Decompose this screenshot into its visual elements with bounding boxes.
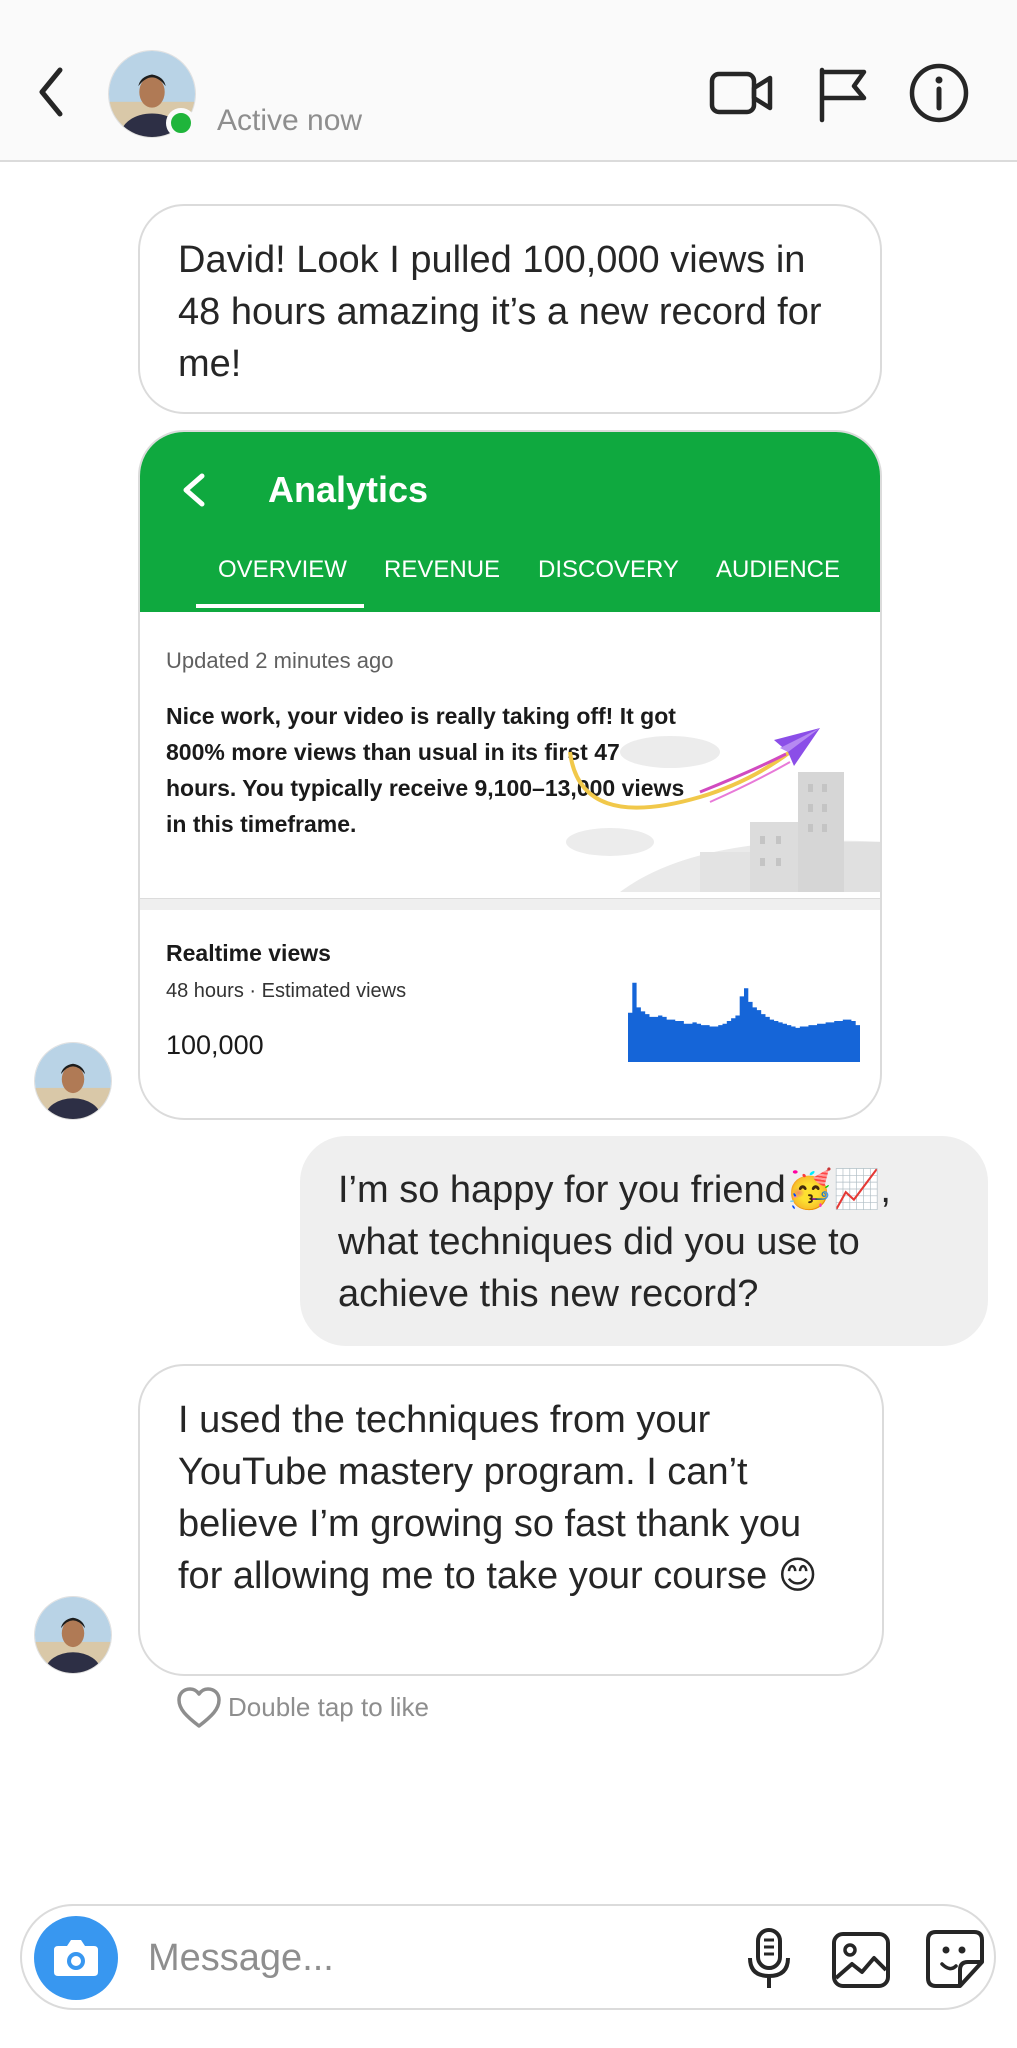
sender-avatar[interactable] (34, 1596, 112, 1674)
analytics-header: Analytics OVERVIEW REVENUE DISCOVERY AUD… (140, 432, 880, 612)
microphone-icon[interactable] (738, 1926, 800, 1992)
card-divider (140, 898, 880, 910)
info-icon[interactable] (906, 62, 972, 124)
back-chevron-icon[interactable] (30, 62, 80, 122)
tab-revenue: REVENUE (384, 556, 501, 583)
tab-discovery: DISCOVERY (538, 556, 679, 583)
paper-plane-illustration (550, 712, 880, 892)
outgoing-message[interactable]: I’m so happy for you friend🥳📈, what tech… (300, 1136, 988, 1346)
realtime-value: 100,000 (166, 1030, 264, 1060)
chat-header: Active now (0, 0, 1017, 162)
active-status: Active now (217, 104, 363, 137)
tab-audience: AUDIENCE (716, 556, 841, 583)
updated-time: Updated 2 minutes ago (166, 648, 394, 673)
incoming-message[interactable]: David! Look I pulled 100,000 views in 48… (138, 204, 882, 414)
gallery-icon[interactable] (830, 1926, 892, 1992)
shared-analytics-screenshot[interactable]: Analytics OVERVIEW REVENUE DISCOVERY AUD… (138, 430, 882, 1120)
realtime-title: Realtime views (166, 940, 331, 966)
active-tab-indicator (196, 604, 364, 608)
message-text-line: what techniques did you use to (338, 1221, 860, 1263)
sender-avatar[interactable] (34, 1042, 112, 1120)
camera-icon[interactable] (34, 1916, 118, 2000)
incoming-message[interactable]: I used the techniques from your YouTube … (138, 1364, 884, 1676)
message-text-line: I’m so happy for you friend🥳📈, (338, 1169, 891, 1211)
card-back-icon (176, 460, 216, 520)
tab-overview: OVERVIEW (218, 556, 347, 583)
message-text-line: achieve this new record? (338, 1273, 759, 1315)
like-hint[interactable]: Double tap to like (176, 1686, 429, 1730)
message-text: I used the techniques from your YouTube … (178, 1399, 818, 1597)
flag-icon[interactable] (810, 62, 876, 124)
sticker-icon[interactable] (924, 1926, 986, 1992)
analytics-title: Analytics (268, 469, 429, 510)
heart-icon[interactable] (176, 1686, 222, 1730)
like-hint-text: Double tap to like (228, 1692, 429, 1722)
message-input[interactable] (148, 1928, 688, 1988)
sparkline-area (628, 982, 860, 1062)
video-call-icon[interactable] (708, 62, 774, 124)
message-text: David! Look I pulled 100,000 views in 48… (178, 239, 822, 385)
online-indicator (166, 108, 196, 138)
realtime-views-chart (628, 982, 860, 1062)
message-composer (20, 1904, 996, 2010)
realtime-subtitle: 48 hours · Estimated views (166, 980, 407, 1002)
